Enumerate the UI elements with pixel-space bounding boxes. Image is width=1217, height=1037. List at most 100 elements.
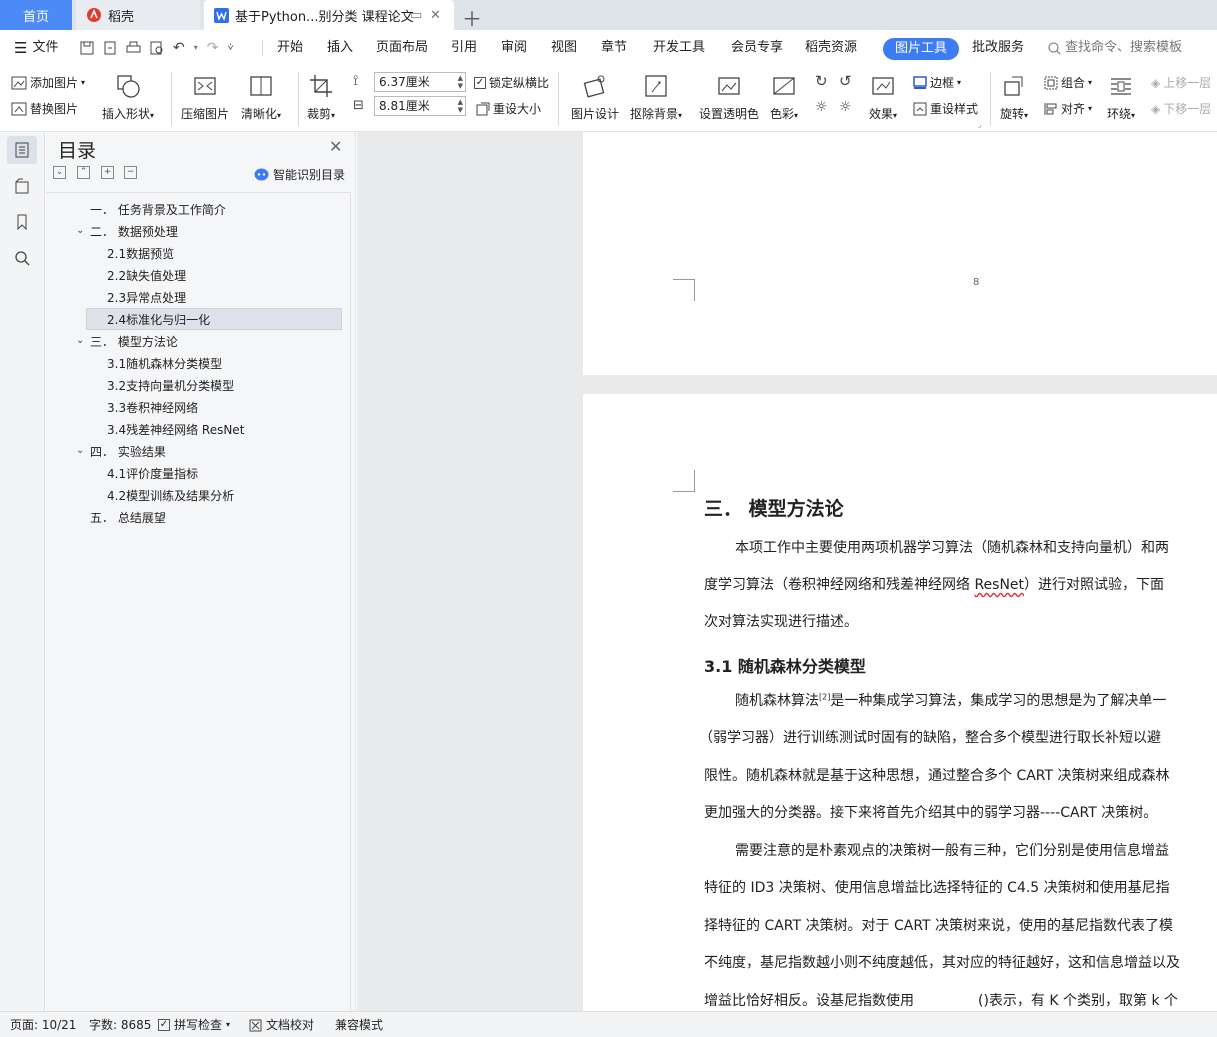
find-button[interactable]: [7, 244, 37, 272]
compress-picture-button[interactable]: 压缩图片: [181, 72, 229, 122]
menu-insert[interactable]: 插入: [327, 30, 353, 66]
width-value: 6.37厘米: [379, 75, 430, 89]
spin-up-icon[interactable]: ▲: [458, 74, 463, 82]
toc-item[interactable]: 四． 实验结果: [90, 441, 166, 463]
undo-dropdown-icon[interactable]: ▾: [194, 30, 198, 66]
collapse-all-icon[interactable]: ⌄: [53, 166, 66, 179]
toc-panel-button[interactable]: [7, 136, 37, 164]
effects-button[interactable]: 效果▾: [869, 72, 897, 122]
file-menu[interactable]: ☰ 文件: [14, 30, 58, 66]
page-indicator[interactable]: 页面: 10/21: [10, 1012, 76, 1037]
toc-item[interactable]: 三． 模型方法论: [90, 331, 178, 353]
remove-background-button[interactable]: 抠除背景▾: [630, 72, 682, 122]
set-transparent-button[interactable]: 设置透明色: [699, 72, 759, 122]
command-search[interactable]: 查找命令、搜索模板: [1048, 30, 1182, 66]
redo-icon[interactable]: ↷: [207, 30, 219, 66]
print-icon[interactable]: [126, 41, 141, 55]
export-pdf-icon[interactable]: [103, 41, 117, 55]
wrap-button[interactable]: 环绕▾: [1107, 72, 1135, 122]
toc-item[interactable]: 3.2支持向量机分类模型: [107, 375, 234, 397]
document-page[interactable]: 8: [583, 132, 1217, 375]
send-backward-button[interactable]: ◈ 下移一层: [1151, 100, 1211, 117]
customize-dropdown-icon[interactable]: ⩒: [227, 30, 233, 66]
close-icon[interactable]: ✕: [430, 8, 441, 23]
bring-forward-label: 上移一层: [1163, 76, 1212, 90]
formula-placeholder[interactable]: ​: [914, 993, 978, 1009]
toc-item[interactable]: 2.2缺失值处理: [107, 265, 186, 287]
reset-style-button[interactable]: 重设样式: [913, 100, 978, 117]
menu-chapter[interactable]: 章节: [601, 30, 627, 66]
tab-home[interactable]: 首页: [0, 0, 72, 30]
toc-item[interactable]: 3.4残差神经网络 ResNet: [107, 419, 244, 441]
menu-picture-tools[interactable]: 图片工具: [883, 38, 960, 60]
width-input[interactable]: 6.37厘米 ▲ ▼: [374, 72, 466, 92]
close-icon[interactable]: ✕: [329, 137, 342, 156]
bring-forward-button[interactable]: ◈ 上移一层: [1151, 74, 1211, 91]
remove-heading-icon[interactable]: −: [124, 166, 137, 179]
chapter-nav-button[interactable]: [7, 172, 37, 200]
spell-check-button[interactable]: ✓ 拼写检查 ▾: [158, 1012, 230, 1037]
dialog-launcher-icon[interactable]: ⌟: [978, 121, 981, 129]
add-heading-icon[interactable]: +: [101, 166, 114, 179]
undo-icon[interactable]: ↶: [173, 30, 185, 66]
menu-developer[interactable]: 开发工具: [653, 30, 705, 66]
height-input[interactable]: 8.81厘米 ▲ ▼: [374, 96, 466, 116]
color-button[interactable]: 色彩▾: [770, 72, 798, 122]
menu-view[interactable]: 视图: [551, 30, 577, 66]
paragraph-line: 择特征的 CART 决策树。对于 CART 决策树来说，使用的基尼指数代表了模: [704, 918, 1174, 934]
toc-item[interactable]: 一． 任务背景及工作简介: [90, 199, 226, 221]
paragraph-line: 本项工作中主要使用两项机器学习算法（随机森林和支持向量机）和两: [735, 540, 1169, 556]
tab-daoke[interactable]: 稻壳: [76, 0, 200, 30]
word-count[interactable]: 字数: 8685: [89, 1012, 151, 1037]
add-picture-button[interactable]: 添加图片 ▾: [11, 74, 85, 91]
document-canvas[interactable]: 8 三． 模型方法论 本项工作中主要使用两项机器学习算法（随机森林和支持向量机）…: [357, 132, 1217, 1011]
lock-ratio-checkbox[interactable]: ✓ 锁定纵横比: [474, 74, 549, 91]
menu-references[interactable]: 引用: [451, 30, 477, 66]
group-button[interactable]: 组合 ▾: [1044, 74, 1092, 91]
text-run: 增益比恰好相反。设基尼指数使用: [704, 993, 914, 1009]
toc-item[interactable]: 二． 数据预处理: [90, 221, 178, 243]
rotate-button[interactable]: 旋转▾: [1000, 72, 1028, 122]
picture-design-button[interactable]: 图片设计: [571, 72, 619, 122]
save-icon[interactable]: [80, 41, 94, 55]
spin-down-icon[interactable]: ▼: [458, 106, 463, 114]
bookmark-button[interactable]: [7, 208, 37, 236]
smart-toc-button[interactable]: 智能识别目录: [254, 166, 345, 183]
menu-review-service[interactable]: 批改服务: [972, 30, 1024, 66]
chevron-down-icon[interactable]: ⌄: [76, 335, 84, 346]
crop-button[interactable]: 裁剪▾: [307, 72, 335, 122]
brightness-up-icon[interactable]: ☼: [815, 99, 828, 115]
menu-daoke-resources[interactable]: 稻壳资源: [805, 30, 857, 66]
menu-membership[interactable]: 会员专享: [731, 30, 783, 66]
chevron-down-icon[interactable]: ⌄: [76, 445, 84, 456]
toc-item[interactable]: 2.1数据预览: [107, 243, 174, 265]
reset-size-button[interactable]: 重设大小: [476, 100, 541, 117]
menu-page-layout[interactable]: 页面布局: [376, 30, 428, 66]
rotate-left-icon[interactable]: ↻: [815, 72, 828, 90]
align-button[interactable]: 对齐 ▾: [1044, 100, 1092, 117]
tab-float-icon[interactable]: ▭: [410, 8, 422, 23]
toc-item[interactable]: 4.2模型训练及结果分析: [107, 485, 234, 507]
toc-item[interactable]: 五． 总结展望: [90, 507, 166, 529]
border-button[interactable]: 边框 ▾: [913, 74, 961, 91]
sharpen-button[interactable]: 清晰化▾: [241, 72, 281, 122]
doc-proofread-button[interactable]: 文档校对: [249, 1012, 314, 1037]
print-preview-icon[interactable]: [150, 41, 164, 55]
menu-review[interactable]: 审阅: [501, 30, 527, 66]
toc-item[interactable]: 3.1随机森林分类模型: [107, 353, 222, 375]
new-tab-plus-icon[interactable]: ＋: [462, 3, 482, 32]
menu-home[interactable]: 开始: [277, 30, 303, 66]
insert-shape-button[interactable]: 插入形状▾: [102, 72, 154, 122]
brightness-down-icon[interactable]: ☼: [839, 99, 852, 115]
toc-item[interactable]: 2.3异常点处理: [107, 287, 186, 309]
toc-item[interactable]: 3.3卷积神经网络: [107, 397, 198, 419]
expand-up-icon[interactable]: ⌃: [77, 166, 90, 179]
spin-up-icon[interactable]: ▲: [458, 98, 463, 106]
spin-down-icon[interactable]: ▼: [458, 82, 463, 90]
replace-picture-button[interactable]: 替换图片: [11, 100, 78, 117]
toc-item[interactable]: 4.1评价度量指标: [107, 463, 198, 485]
rotate-right-icon[interactable]: ↺: [839, 72, 852, 90]
chevron-down-icon[interactable]: ⌄: [76, 225, 84, 236]
document-page[interactable]: 三． 模型方法论 本项工作中主要使用两项机器学习算法（随机森林和支持向量机）和两…: [583, 394, 1217, 1011]
toc-item-selected[interactable]: 2.4标准化与归一化: [86, 308, 342, 330]
